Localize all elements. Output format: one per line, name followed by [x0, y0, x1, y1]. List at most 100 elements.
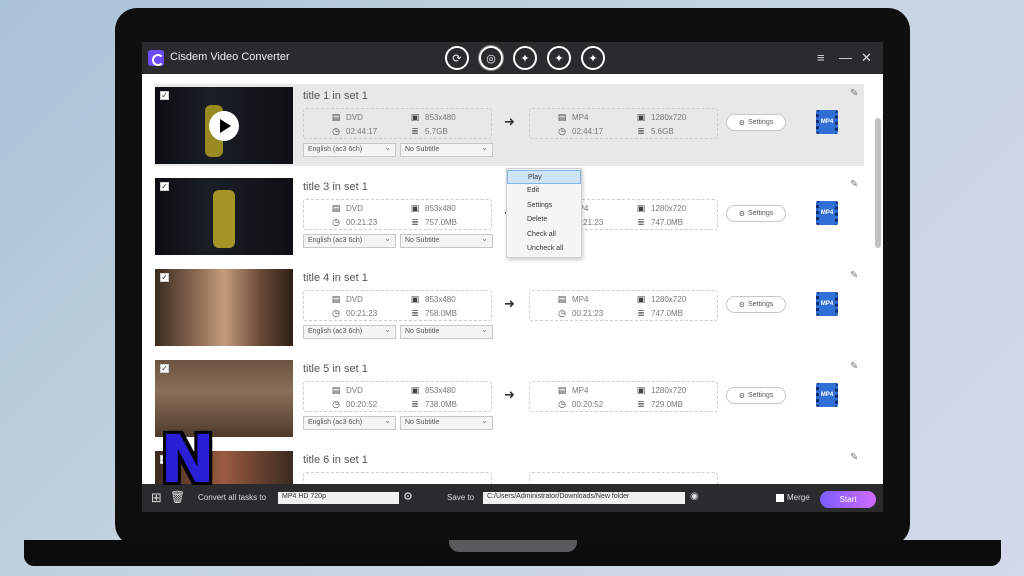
settings-button[interactable]: ⚙ Settings — [726, 114, 786, 131]
resolution-icon: ▣ — [410, 203, 420, 213]
audio-track-select[interactable]: English (ac3 6ch) — [303, 416, 396, 430]
clock-icon: ◷ — [332, 126, 340, 136]
output-size: 5.6GB — [651, 127, 674, 136]
settings-button-label: Settings — [747, 301, 774, 308]
edit-icon[interactable]: ✎ — [850, 452, 858, 463]
output-size: 729.0MB — [651, 400, 684, 409]
context-menu-play[interactable]: Play — [507, 170, 581, 185]
subtitle-select[interactable]: No Subtitle — [400, 416, 493, 430]
context-menu-check-all[interactable]: Check all — [507, 228, 581, 242]
settings-button-label: Settings — [747, 210, 774, 217]
context-menu-delete[interactable]: Delete — [507, 213, 581, 227]
context-menu-settings[interactable]: Settings — [507, 199, 581, 213]
settings-button[interactable]: ⚙ Settings — [726, 387, 786, 404]
context-menu-uncheck-all[interactable]: Uncheck all — [507, 242, 581, 256]
app-window: Cisdem Video Converter ⟳ ◎ ✦ ✦ ✦ ≡ — ✕ ✓… — [142, 42, 883, 512]
arrow-right-icon: ➜ — [504, 296, 515, 311]
storage-icon: ≣ — [637, 399, 645, 409]
output-format: MP4 — [572, 113, 589, 122]
rip-icon[interactable]: ◎ — [479, 46, 503, 70]
resolution-icon: ▣ — [410, 112, 420, 122]
output-format-select[interactable]: MP4 HD 720p — [278, 492, 399, 504]
source-size: 758.0MB — [425, 309, 458, 318]
film-icon: ▤ — [331, 203, 341, 213]
source-info: ▤ DVD ▣ 853x480 ◷ 00:21:23 ≣ 757.0MB — [303, 199, 492, 230]
source-size: 738.0MB — [425, 400, 458, 409]
save-to-label: Save to — [447, 493, 475, 502]
watermark-logo: N — [160, 421, 216, 498]
subtitle-select[interactable]: No Subtitle — [400, 325, 493, 339]
download-icon[interactable]: ✦ — [513, 46, 537, 70]
clock-icon: ◷ — [558, 126, 566, 136]
mode-toolbar: ⟳ ◎ ✦ ✦ ✦ — [445, 46, 605, 70]
close-icon[interactable]: ✕ — [861, 50, 872, 66]
output-resolution: 1280x720 — [651, 113, 687, 122]
subtitle-select[interactable]: No Subtitle — [400, 143, 493, 157]
output-duration: 00:20:52 — [572, 400, 604, 409]
gear-icon: ⚙ — [738, 301, 745, 309]
mp4-format-icon[interactable]: MP4 — [816, 110, 838, 134]
gear-icon: ⚙ — [738, 392, 745, 400]
task-row[interactable]: ✓ title 1 in set 1 ▤ DVD ▣ 853x480 ◷ 02:44:… — [154, 84, 864, 166]
more-icon[interactable]: ✦ — [581, 46, 605, 70]
laptop-notch — [449, 540, 577, 552]
source-duration: 00:20:52 — [346, 400, 378, 409]
edit-icon[interactable]: ✎ — [850, 88, 858, 99]
subtitle-select[interactable]: No Subtitle — [400, 234, 493, 248]
settings-button[interactable]: ⚙ Settings — [726, 205, 786, 222]
source-resolution: 853x480 — [425, 295, 456, 304]
mp4-format-icon[interactable]: MP4 — [816, 292, 838, 316]
app-logo-icon — [148, 50, 164, 66]
gear-icon[interactable]: ⚙ — [403, 490, 413, 503]
task-title: title 4 in set 1 — [303, 272, 368, 284]
save-path-field[interactable]: C:/Users/Administrator/Downloads/New fol… — [483, 492, 685, 504]
source-duration: 00:21:23 — [346, 309, 378, 318]
source-resolution: 853x480 — [425, 113, 456, 122]
task-row[interactable]: ✓ title 5 in set 1 ▤ DVD ▣ 853x480 ◷ 00:20:… — [154, 357, 864, 439]
settings-button[interactable]: ⚙ Settings — [726, 296, 786, 313]
video-thumbnail[interactable]: ✓ — [155, 178, 293, 255]
audio-track-select[interactable]: English (ac3 6ch) — [303, 143, 396, 157]
row-checkbox[interactable]: ✓ — [160, 273, 169, 282]
mp4-format-icon[interactable]: MP4 — [816, 383, 838, 407]
clock-icon: ◷ — [332, 217, 340, 227]
video-thumbnail[interactable]: ✓ — [155, 269, 293, 346]
storage-icon: ≣ — [411, 308, 419, 318]
row-checkbox[interactable]: ✓ — [160, 182, 169, 191]
scrollbar[interactable] — [875, 118, 881, 248]
resolution-icon: ▣ — [636, 203, 646, 213]
row-checkbox[interactable]: ✓ — [160, 364, 169, 373]
task-title: title 1 in set 1 — [303, 90, 368, 102]
edit-icon[interactable]: ✎ — [850, 270, 858, 281]
film-icon: ▤ — [557, 112, 567, 122]
video-thumbnail[interactable]: ✓ — [155, 87, 293, 164]
audio-track-select[interactable]: English (ac3 6ch) — [303, 325, 396, 339]
convert-icon[interactable]: ⟳ — [445, 46, 469, 70]
output-info[interactable]: ▤ MP4 ▣ 1280x720 ◷ 00:21:23 ≣ 747.0MB — [529, 290, 718, 321]
task-row[interactable]: ✓ title 4 in set 1 ▤ DVD ▣ 853x480 ◷ 00:21:… — [154, 266, 864, 348]
app-title: Cisdem Video Converter — [170, 51, 290, 63]
play-icon[interactable] — [209, 111, 239, 141]
merge-checkbox[interactable] — [776, 494, 784, 502]
minimize-icon[interactable]: — — [839, 50, 852, 65]
mp4-format-icon[interactable]: MP4 — [816, 201, 838, 225]
resolution-icon: ▣ — [410, 294, 420, 304]
output-format: MP4 — [572, 386, 589, 395]
output-info[interactable]: ▤ MP4 ▣ 1280x720 ◷ 00:20:52 ≣ 729.0MB — [529, 381, 718, 412]
start-button[interactable]: Start — [820, 491, 876, 508]
context-menu-edit[interactable]: Edit — [507, 184, 581, 198]
audio-track-select[interactable]: English (ac3 6ch) — [303, 234, 396, 248]
source-size: 5.7GB — [425, 127, 448, 136]
resolution-icon: ▣ — [636, 385, 646, 395]
edit-icon[interactable]: ✎ — [850, 179, 858, 190]
output-format: MP4 — [572, 295, 589, 304]
output-resolution: 1280x720 — [651, 386, 687, 395]
edit-icon[interactable]: ✎ — [850, 361, 858, 372]
output-duration: 02:44:17 — [572, 127, 604, 136]
row-checkbox[interactable]: ✓ — [160, 91, 169, 100]
menu-icon[interactable]: ≡ — [817, 50, 825, 65]
folder-open-icon[interactable]: ◉ — [690, 491, 699, 502]
clock-icon: ◷ — [332, 308, 340, 318]
burn-icon[interactable]: ✦ — [547, 46, 571, 70]
output-info[interactable]: ▤ MP4 ▣ 1280x720 ◷ 02:44:17 ≣ 5.6GB — [529, 108, 718, 139]
